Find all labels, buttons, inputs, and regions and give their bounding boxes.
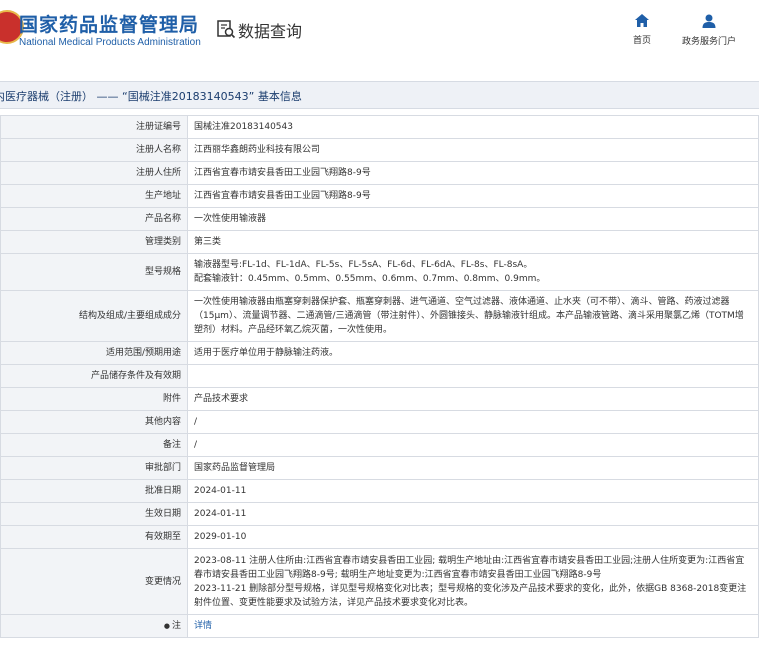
row-label: 注册人名称 bbox=[0, 138, 188, 162]
row-value: 一次性使用输液器由瓶塞穿刺器保护套、瓶塞穿刺器、进气通道、空气过滤器、液体通道、… bbox=[187, 290, 759, 342]
row-value: 产品技术要求 bbox=[187, 387, 759, 411]
row-label: 生效日期 bbox=[0, 502, 188, 526]
table-row: 变更情况 2023-08-11 注册人住所由:江西省宜春市靖安县香田工业园; 载明… bbox=[0, 548, 759, 615]
org-name-cn[interactable]: 国家药品监督管理局 bbox=[19, 10, 199, 37]
row-value: 第三类 bbox=[187, 230, 759, 254]
table-row: 适用范围/预期用途 适用于医疗单位用于静脉输注药液。 bbox=[0, 341, 759, 365]
row-value bbox=[187, 364, 759, 388]
table-row: 审批部门 国家药品监督管理局 bbox=[0, 456, 759, 480]
table-row: ● 注详情 bbox=[0, 614, 759, 638]
pin-icon: ● bbox=[163, 622, 170, 630]
row-label: 注册人住所 bbox=[0, 161, 188, 185]
table-row: 生产地址 江西省宜春市靖安县香田工业园飞翔路8-9号 bbox=[0, 184, 759, 208]
table-row: 有效期至 2029-01-10 bbox=[0, 525, 759, 549]
data-query-icon[interactable] bbox=[216, 19, 236, 39]
table-row: 注册人住所 江西省宜春市靖安县香田工业园飞翔路8-9号 bbox=[0, 161, 759, 185]
table-row: 注册人名称 江西丽华鑫朗药业科技有限公司 bbox=[0, 138, 759, 162]
row-label: 管理类别 bbox=[0, 230, 188, 254]
row-label: ● 注 bbox=[0, 614, 188, 638]
row-label-text: 注 bbox=[171, 621, 181, 631]
breadcrumb-bar: 内医疗器械（注册） —— “国械注准20183140543” 基本信息 bbox=[0, 81, 759, 109]
row-value: 输液器型号:FL-1d、FL-1dA、FL-5s、FL-5sA、FL-6d、FL… bbox=[187, 253, 759, 291]
nav-service-portal[interactable]: 政务服务门户 bbox=[676, 14, 742, 47]
details-link[interactable]: 详情 bbox=[187, 614, 759, 638]
row-value: 江西省宜春市靖安县香田工业园飞翔路8-9号 bbox=[187, 184, 759, 208]
row-label: 产品名称 bbox=[0, 207, 188, 231]
table-row: 批准日期 2024-01-11 bbox=[0, 479, 759, 503]
user-icon bbox=[702, 14, 716, 28]
row-label: 生产地址 bbox=[0, 184, 188, 208]
row-value: / bbox=[187, 410, 759, 434]
row-label: 型号规格 bbox=[0, 253, 188, 291]
table-row: 管理类别 第三类 bbox=[0, 230, 759, 254]
row-value: 江西省宜春市靖安县香田工业园飞翔路8-9号 bbox=[187, 161, 759, 185]
table-row: 备注 / bbox=[0, 433, 759, 457]
row-label: 其他内容 bbox=[0, 410, 188, 434]
row-label: 有效期至 bbox=[0, 525, 188, 549]
table-row: 其他内容 / bbox=[0, 410, 759, 434]
org-name-en[interactable]: National Medical Products Administration bbox=[19, 37, 201, 48]
row-label: 变更情况 bbox=[0, 548, 188, 615]
row-value: 2029-01-10 bbox=[187, 525, 759, 549]
row-value: 江西丽华鑫朗药业科技有限公司 bbox=[187, 138, 759, 162]
home-icon bbox=[635, 14, 649, 27]
breadcrumb: 内医疗器械（注册） —— “国械注准20183140543” 基本信息 bbox=[0, 90, 302, 103]
nav-home-label: 首页 bbox=[632, 36, 651, 46]
row-value: 2024-01-11 bbox=[187, 502, 759, 526]
row-label: 结构及组成/主要组成成分 bbox=[0, 290, 188, 342]
site-header: 国家药品监督管理局 National Medical Products Admi… bbox=[0, 0, 759, 68]
device-info-table: 注册证编号 国械注准20183140543 注册人名称 江西丽华鑫朗药业科技有限公司注… bbox=[0, 115, 759, 638]
row-label: 注册证编号 bbox=[0, 115, 188, 139]
data-query-title[interactable]: 数据查询 bbox=[238, 18, 302, 42]
nav-home[interactable]: 首页 bbox=[624, 14, 660, 46]
row-value: 一次性使用输液器 bbox=[187, 207, 759, 231]
row-value: 2024-01-11 bbox=[187, 479, 759, 503]
table-row: 产品储存条件及有效期 bbox=[0, 364, 759, 388]
row-label: 备注 bbox=[0, 433, 188, 457]
table-row: 产品名称 一次性使用输液器 bbox=[0, 207, 759, 231]
row-value: 国械注准20183140543 bbox=[187, 115, 759, 139]
table-row: 型号规格 输液器型号:FL-1d、FL-1dA、FL-5s、FL-5sA、FL-6… bbox=[0, 253, 759, 291]
row-value: / bbox=[187, 433, 759, 457]
table-row: 注册证编号 国械注准20183140543 bbox=[0, 115, 759, 139]
row-value: 国家药品监督管理局 bbox=[187, 456, 759, 480]
row-label: 审批部门 bbox=[0, 456, 188, 480]
row-value: 适用于医疗单位用于静脉输注药液。 bbox=[187, 341, 759, 365]
table-row: 结构及组成/主要组成成分 一次性使用输液器由瓶塞穿刺器保护套、瓶塞穿刺器、进气通道… bbox=[0, 290, 759, 342]
row-value: 2023-08-11 注册人住所由:江西省宜春市靖安县香田工业园; 载明生产地址… bbox=[187, 548, 759, 615]
row-label: 附件 bbox=[0, 387, 188, 411]
table-row: 生效日期 2024-01-11 bbox=[0, 502, 759, 526]
nav-service-portal-label: 政务服务门户 bbox=[681, 37, 736, 47]
row-label: 适用范围/预期用途 bbox=[0, 341, 188, 365]
row-label: 产品储存条件及有效期 bbox=[0, 364, 188, 388]
row-label: 批准日期 bbox=[0, 479, 188, 503]
table-row: 附件 产品技术要求 bbox=[0, 387, 759, 411]
